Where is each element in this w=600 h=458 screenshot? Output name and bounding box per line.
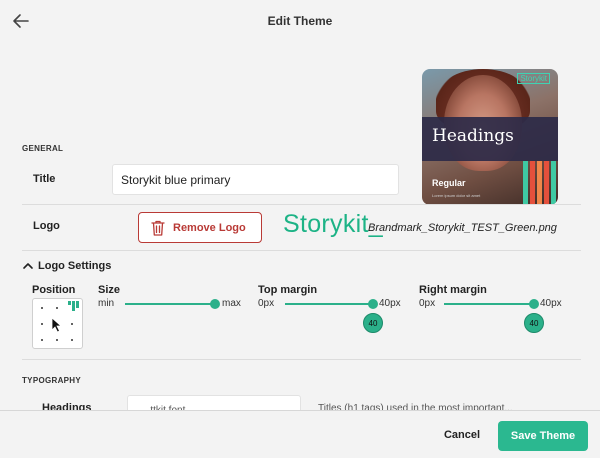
top-margin-slider-track[interactable]	[285, 303, 375, 305]
title-label: Title	[33, 173, 56, 185]
right-margin-slider-track[interactable]	[444, 303, 535, 305]
top-margin-label: Top margin	[258, 284, 318, 296]
position-selected[interactable]	[68, 301, 79, 312]
right-margin-min-label: 0px	[419, 298, 436, 309]
size-label: Size	[98, 284, 121, 296]
trash-icon	[151, 220, 165, 236]
position-dot[interactable]	[56, 307, 58, 309]
logo-label: Logo	[33, 220, 60, 232]
position-dot[interactable]	[41, 339, 43, 341]
top-margin-value-badge: 40	[363, 313, 383, 333]
size-slider-thumb[interactable]	[210, 299, 220, 309]
position-dot[interactable]	[56, 339, 58, 341]
logo-settings-toggle[interactable]: Logo Settings	[22, 260, 111, 272]
right-margin-slider-thumb[interactable]	[529, 299, 539, 309]
size-slider-track[interactable]	[125, 303, 217, 305]
chevron-up-icon	[23, 263, 33, 269]
logo-settings-label: Logo Settings	[38, 260, 112, 272]
size-max-label: max	[222, 298, 241, 309]
preview-stripe	[551, 161, 556, 205]
preview-stripe	[544, 161, 549, 205]
position-dot[interactable]	[71, 339, 73, 341]
size-min-label: min	[98, 298, 115, 309]
right-margin-value-badge: 40	[524, 313, 544, 333]
top-margin-max-label: 40px	[379, 298, 401, 309]
position-dot[interactable]	[41, 323, 43, 325]
top-margin-min-label: 0px	[258, 298, 275, 309]
theme-preview: Storykit Headings Regular Lorem ipsum do…	[422, 69, 558, 205]
right-margin-label: Right margin	[419, 284, 487, 296]
top-margin-slider-thumb[interactable]	[368, 299, 378, 309]
typography-section-label: TYPOGRAPHY	[22, 376, 82, 385]
preview-stripe	[523, 161, 528, 205]
preview-stripe	[537, 161, 542, 205]
preview-regular-text: Regular	[432, 178, 466, 188]
footer: Cancel Save Theme	[0, 410, 600, 458]
preview-stripe	[530, 161, 535, 205]
page-title: Edit Theme	[267, 14, 333, 28]
mouse-pointer-icon	[51, 317, 63, 333]
position-grid[interactable]	[32, 298, 83, 349]
logo-file-name: Brandmark_Storykit_TEST_Green.png	[368, 222, 557, 234]
general-section-label: GENERAL	[22, 144, 64, 153]
save-theme-button[interactable]: Save Theme	[498, 421, 588, 451]
position-dot[interactable]	[71, 323, 73, 325]
remove-logo-label: Remove Logo	[173, 221, 246, 234]
position-dot[interactable]	[41, 307, 43, 309]
position-label: Position	[32, 284, 76, 296]
divider	[22, 250, 581, 251]
preview-caption: Lorem ipsum dolor sit amet	[432, 193, 481, 198]
cancel-button[interactable]: Cancel	[432, 424, 492, 446]
divider	[22, 204, 581, 205]
title-input[interactable]	[112, 164, 399, 195]
right-margin-max-label: 40px	[540, 298, 562, 309]
divider	[22, 359, 581, 360]
preview-headings-text: Headings	[432, 126, 514, 146]
remove-logo-button[interactable]: Remove Logo	[138, 212, 262, 243]
header: Edit Theme	[0, 0, 600, 42]
preview-logo: Storykit	[517, 73, 550, 84]
